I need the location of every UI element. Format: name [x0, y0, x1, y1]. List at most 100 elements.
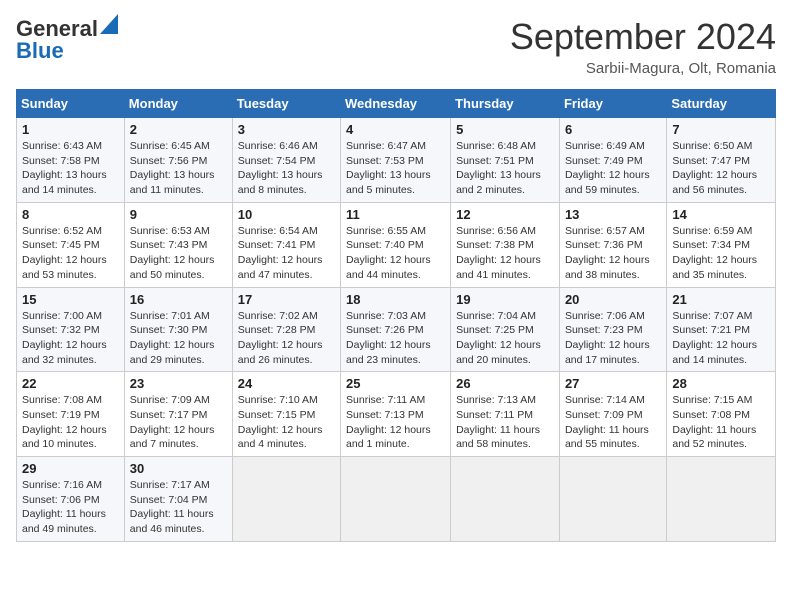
calendar-cell: 26 Sunrise: 7:13 AMSunset: 7:11 PMDayligh…	[451, 372, 560, 457]
calendar-table: SundayMondayTuesdayWednesdayThursdayFrid…	[16, 89, 776, 542]
day-info: Sunrise: 7:13 AMSunset: 7:11 PMDaylight:…	[456, 393, 554, 452]
day-info: Sunrise: 6:46 AMSunset: 7:54 PMDaylight:…	[238, 139, 335, 198]
location: Sarbii-Magura, Olt, Romania	[510, 60, 776, 77]
col-header-sunday: Sunday	[17, 90, 125, 118]
day-info: Sunrise: 7:03 AMSunset: 7:26 PMDaylight:…	[346, 309, 445, 368]
day-number: 27	[565, 376, 661, 391]
day-info: Sunrise: 6:59 AMSunset: 7:34 PMDaylight:…	[672, 224, 770, 283]
calendar-cell	[559, 457, 666, 542]
calendar-cell: 25 Sunrise: 7:11 AMSunset: 7:13 PMDayligh…	[341, 372, 451, 457]
calendar-cell: 1 Sunrise: 6:43 AMSunset: 7:58 PMDaylight…	[17, 118, 125, 203]
day-info: Sunrise: 6:56 AMSunset: 7:38 PMDaylight:…	[456, 224, 554, 283]
calendar-cell	[451, 457, 560, 542]
col-header-monday: Monday	[124, 90, 232, 118]
day-number: 18	[346, 292, 445, 307]
day-info: Sunrise: 6:52 AMSunset: 7:45 PMDaylight:…	[22, 224, 119, 283]
col-header-wednesday: Wednesday	[341, 90, 451, 118]
calendar-cell: 9 Sunrise: 6:53 AMSunset: 7:43 PMDaylight…	[124, 202, 232, 287]
day-number: 28	[672, 376, 770, 391]
day-number: 19	[456, 292, 554, 307]
calendar-cell: 8 Sunrise: 6:52 AMSunset: 7:45 PMDaylight…	[17, 202, 125, 287]
day-number: 16	[130, 292, 227, 307]
day-number: 11	[346, 207, 445, 222]
calendar-cell: 28 Sunrise: 7:15 AMSunset: 7:08 PMDayligh…	[667, 372, 776, 457]
calendar-cell: 5 Sunrise: 6:48 AMSunset: 7:51 PMDaylight…	[451, 118, 560, 203]
col-header-thursday: Thursday	[451, 90, 560, 118]
day-info: Sunrise: 7:09 AMSunset: 7:17 PMDaylight:…	[130, 393, 227, 452]
day-number: 5	[456, 122, 554, 137]
day-number: 23	[130, 376, 227, 391]
day-info: Sunrise: 6:50 AMSunset: 7:47 PMDaylight:…	[672, 139, 770, 198]
calendar-cell: 17Sunrise: 7:02 AMSunset: 7:28 PMDayligh…	[232, 287, 340, 372]
calendar-cell: 2 Sunrise: 6:45 AMSunset: 7:56 PMDaylight…	[124, 118, 232, 203]
day-number: 8	[22, 207, 119, 222]
day-number: 15	[22, 292, 119, 307]
day-info: Sunrise: 6:48 AMSunset: 7:51 PMDaylight:…	[456, 139, 554, 198]
day-info: Sunrise: 6:55 AMSunset: 7:40 PMDaylight:…	[346, 224, 445, 283]
calendar-cell: 15 Sunrise: 7:00 AMSunset: 7:32 PMDayligh…	[17, 287, 125, 372]
day-number: 24	[238, 376, 335, 391]
day-info: Sunrise: 7:06 AMSunset: 7:23 PMDaylight:…	[565, 309, 661, 368]
day-info: Sunrise: 7:11 AMSunset: 7:13 PMDaylight:…	[346, 393, 445, 452]
day-info: Sunrise: 6:47 AMSunset: 7:53 PMDaylight:…	[346, 139, 445, 198]
day-info: Sunrise: 7:04 AMSunset: 7:25 PMDaylight:…	[456, 309, 554, 368]
day-number: 21	[672, 292, 770, 307]
col-header-friday: Friday	[559, 90, 666, 118]
day-info: Sunrise: 6:45 AMSunset: 7:56 PMDaylight:…	[130, 139, 227, 198]
month-title: September 2024	[510, 16, 776, 58]
col-header-tuesday: Tuesday	[232, 90, 340, 118]
day-info: Sunrise: 7:14 AMSunset: 7:09 PMDaylight:…	[565, 393, 661, 452]
logo-arrow-icon	[100, 14, 118, 34]
calendar-cell: 18 Sunrise: 7:03 AMSunset: 7:26 PMDayligh…	[341, 287, 451, 372]
calendar-cell: 30 Sunrise: 7:17 AMSunset: 7:04 PMDayligh…	[124, 457, 232, 542]
day-number: 4	[346, 122, 445, 137]
calendar-cell: 14Sunrise: 6:59 AMSunset: 7:34 PMDayligh…	[667, 202, 776, 287]
day-number: 7	[672, 122, 770, 137]
day-number: 13	[565, 207, 661, 222]
day-number: 30	[130, 461, 227, 476]
col-header-saturday: Saturday	[667, 90, 776, 118]
day-number: 3	[238, 122, 335, 137]
day-number: 9	[130, 207, 227, 222]
day-info: Sunrise: 6:54 AMSunset: 7:41 PMDaylight:…	[238, 224, 335, 283]
day-info: Sunrise: 7:10 AMSunset: 7:15 PMDaylight:…	[238, 393, 335, 452]
title-block: September 2024 Sarbii-Magura, Olt, Roman…	[510, 16, 776, 77]
day-info: Sunrise: 6:49 AMSunset: 7:49 PMDaylight:…	[565, 139, 661, 198]
page-header: General Blue September 2024 Sarbii-Magur…	[16, 16, 776, 77]
day-info: Sunrise: 7:00 AMSunset: 7:32 PMDaylight:…	[22, 309, 119, 368]
calendar-cell: 4 Sunrise: 6:47 AMSunset: 7:53 PMDaylight…	[341, 118, 451, 203]
calendar-cell: 10 Sunrise: 6:54 AMSunset: 7:41 PMDayligh…	[232, 202, 340, 287]
day-number: 22	[22, 376, 119, 391]
calendar-cell: 13Sunrise: 6:57 AMSunset: 7:36 PMDayligh…	[559, 202, 666, 287]
calendar-cell: 11 Sunrise: 6:55 AMSunset: 7:40 PMDayligh…	[341, 202, 451, 287]
day-number: 6	[565, 122, 661, 137]
day-number: 2	[130, 122, 227, 137]
day-info: Sunrise: 7:15 AMSunset: 7:08 PMDaylight:…	[672, 393, 770, 452]
day-number: 17	[238, 292, 335, 307]
calendar-cell: 24 Sunrise: 7:10 AMSunset: 7:15 PMDayligh…	[232, 372, 340, 457]
calendar-cell: 22Sunrise: 7:08 AMSunset: 7:19 PMDayligh…	[17, 372, 125, 457]
calendar-cell: 12 Sunrise: 6:56 AMSunset: 7:38 PMDayligh…	[451, 202, 560, 287]
calendar-cell: 20 Sunrise: 7:06 AMSunset: 7:23 PMDayligh…	[559, 287, 666, 372]
calendar-cell: 23 Sunrise: 7:09 AMSunset: 7:17 PMDayligh…	[124, 372, 232, 457]
calendar-cell: 29 Sunrise: 7:16 AMSunset: 7:06 PMDayligh…	[17, 457, 125, 542]
logo: General Blue	[16, 16, 124, 64]
calendar-cell: 16Sunrise: 7:01 AMSunset: 7:30 PMDayligh…	[124, 287, 232, 372]
day-info: Sunrise: 6:53 AMSunset: 7:43 PMDaylight:…	[130, 224, 227, 283]
day-number: 25	[346, 376, 445, 391]
calendar-cell: 27 Sunrise: 7:14 AMSunset: 7:09 PMDayligh…	[559, 372, 666, 457]
day-number: 29	[22, 461, 119, 476]
day-number: 12	[456, 207, 554, 222]
day-number: 1	[22, 122, 119, 137]
calendar-cell: 19 Sunrise: 7:04 AMSunset: 7:25 PMDayligh…	[451, 287, 560, 372]
day-info: Sunrise: 6:43 AMSunset: 7:58 PMDaylight:…	[22, 139, 119, 198]
calendar-cell	[232, 457, 340, 542]
calendar-cell: 6 Sunrise: 6:49 AMSunset: 7:49 PMDaylight…	[559, 118, 666, 203]
day-info: Sunrise: 7:17 AMSunset: 7:04 PMDaylight:…	[130, 478, 227, 537]
day-number: 10	[238, 207, 335, 222]
day-number: 20	[565, 292, 661, 307]
day-info: Sunrise: 7:16 AMSunset: 7:06 PMDaylight:…	[22, 478, 119, 537]
day-info: Sunrise: 7:07 AMSunset: 7:21 PMDaylight:…	[672, 309, 770, 368]
day-number: 26	[456, 376, 554, 391]
calendar-cell	[667, 457, 776, 542]
